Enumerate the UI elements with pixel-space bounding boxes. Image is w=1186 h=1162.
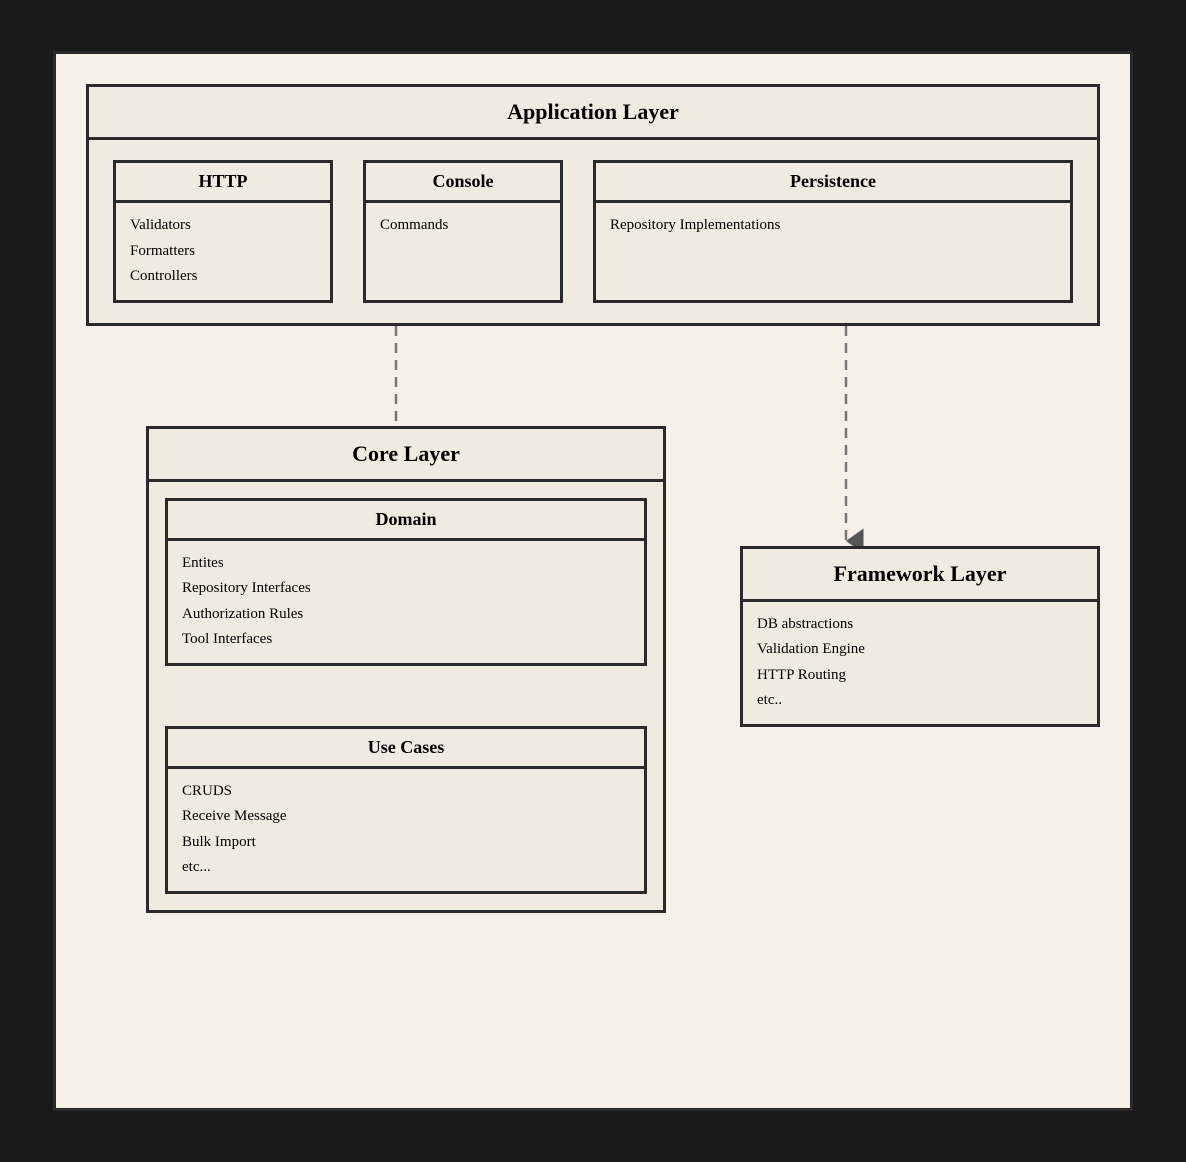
use-cases-content: CRUDS Receive Message Bulk Import etc... bbox=[168, 769, 644, 891]
http-title: HTTP bbox=[116, 163, 330, 203]
framework-item-etc: etc.. bbox=[757, 688, 1083, 714]
framework-item-db: DB abstractions bbox=[757, 612, 1083, 638]
use-cases-box: Use Cases CRUDS Receive Message Bulk Imp… bbox=[165, 726, 647, 894]
http-item-controllers: Controllers bbox=[130, 264, 316, 290]
framework-layer-title: Framework Layer bbox=[743, 549, 1097, 602]
bottom-section: Core Layer Domain Entites Repository Int… bbox=[86, 326, 1100, 986]
http-item-formatters: Formatters bbox=[130, 239, 316, 265]
use-cases-item-etc: etc... bbox=[182, 855, 630, 881]
http-content: Validators Formatters Controllers bbox=[116, 203, 330, 300]
use-cases-item-bulk: Bulk Import bbox=[182, 830, 630, 856]
console-item-commands: Commands bbox=[380, 213, 546, 239]
domain-item-entities: Entites bbox=[182, 551, 630, 577]
persistence-title: Persistence bbox=[596, 163, 1070, 203]
diagram-container: Application Layer HTTP Validators Format… bbox=[53, 51, 1133, 1111]
application-layer-title: Application Layer bbox=[89, 87, 1097, 140]
core-layer: Core Layer Domain Entites Repository Int… bbox=[146, 426, 666, 913]
framework-item-routing: HTTP Routing bbox=[757, 663, 1083, 689]
domain-box: Domain Entites Repository Interfaces Aut… bbox=[165, 498, 647, 666]
http-box: HTTP Validators Formatters Controllers bbox=[113, 160, 333, 303]
framework-layer: Framework Layer DB abstractions Validati… bbox=[740, 546, 1100, 727]
application-layer-content: HTTP Validators Formatters Controllers C… bbox=[89, 140, 1097, 323]
application-layer: Application Layer HTTP Validators Format… bbox=[86, 84, 1100, 326]
domain-item-tool-interfaces: Tool Interfaces bbox=[182, 627, 630, 653]
core-layer-title: Core Layer bbox=[149, 429, 663, 482]
http-item-validators: Validators bbox=[130, 213, 316, 239]
persistence-content: Repository Implementations bbox=[596, 203, 1070, 249]
framework-layer-wrapper: Framework Layer DB abstractions Validati… bbox=[740, 546, 1100, 727]
use-cases-item-cruds: CRUDS bbox=[182, 779, 630, 805]
console-box: Console Commands bbox=[363, 160, 563, 303]
console-content: Commands bbox=[366, 203, 560, 249]
use-cases-item-receive: Receive Message bbox=[182, 804, 630, 830]
domain-content: Entites Repository Interfaces Authorizat… bbox=[168, 541, 644, 663]
core-layer-content: Domain Entites Repository Interfaces Aut… bbox=[149, 482, 663, 910]
framework-item-validation: Validation Engine bbox=[757, 637, 1083, 663]
console-title: Console bbox=[366, 163, 560, 203]
arrow-spacer bbox=[165, 666, 647, 726]
domain-item-auth-rules: Authorization Rules bbox=[182, 602, 630, 628]
use-cases-title: Use Cases bbox=[168, 729, 644, 769]
persistence-box: Persistence Repository Implementations bbox=[593, 160, 1073, 303]
domain-item-repo-interfaces: Repository Interfaces bbox=[182, 576, 630, 602]
framework-layer-content: DB abstractions Validation Engine HTTP R… bbox=[743, 602, 1097, 724]
core-layer-wrapper: Core Layer Domain Entites Repository Int… bbox=[146, 426, 666, 913]
persistence-item-repo: Repository Implementations bbox=[610, 213, 1056, 239]
domain-title: Domain bbox=[168, 501, 644, 541]
